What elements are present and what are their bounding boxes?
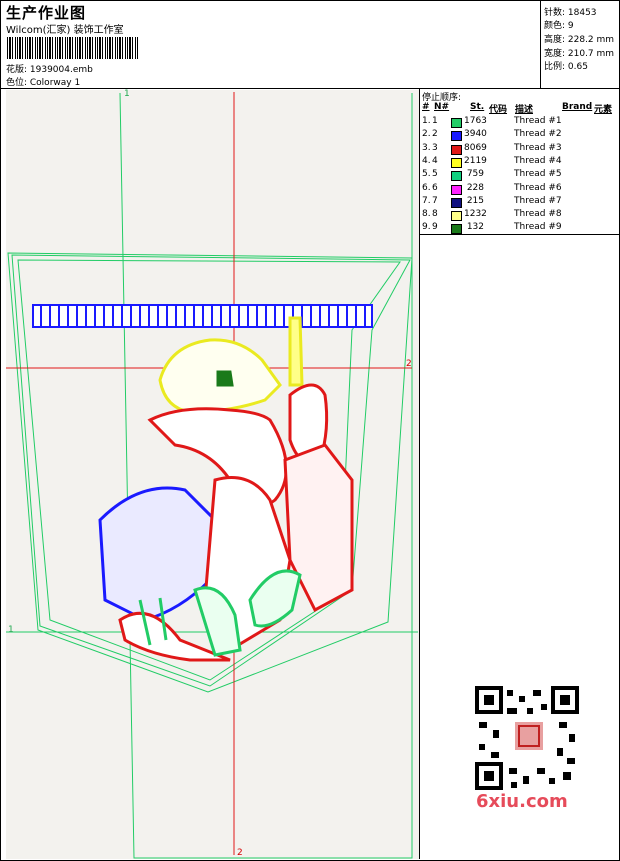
qr-code xyxy=(471,682,583,794)
embroidery-figure xyxy=(98,316,354,662)
axis-label-bottom: 2 xyxy=(237,848,243,858)
axis-label-top: 1 xyxy=(124,89,130,99)
axis-label-left: 1 xyxy=(8,625,14,635)
axis-label-right: 2 xyxy=(406,359,412,369)
watermark: 6xiu.com xyxy=(476,791,568,812)
